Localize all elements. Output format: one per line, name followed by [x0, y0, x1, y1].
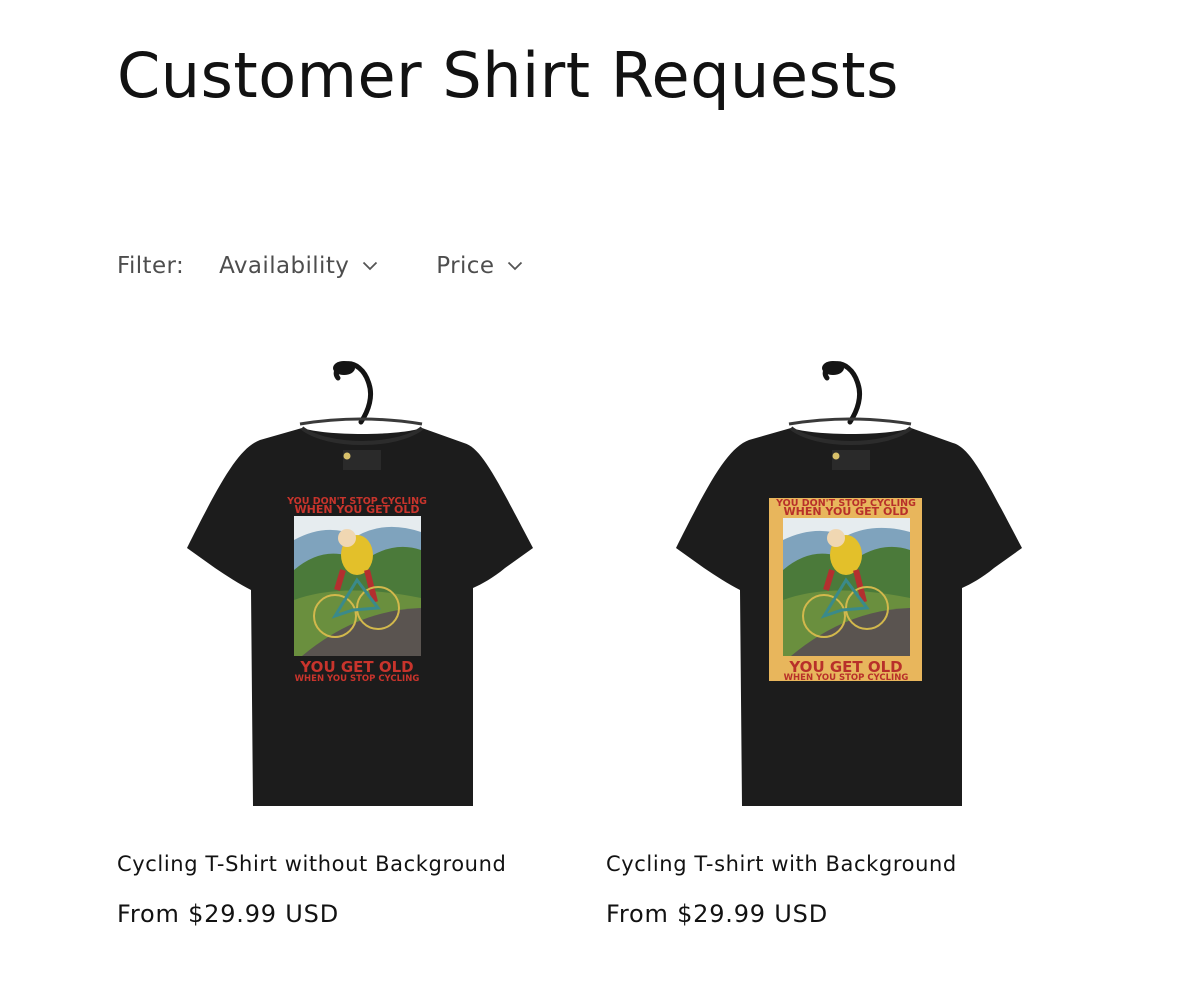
cycling-print-graphic: YOU DON'T STOP CYCLING WHEN YOU GET OLD … [769, 498, 922, 683]
print-bottom-line-2: WHEN YOU STOP CYCLING [295, 674, 420, 684]
filter-bar: Filter: Availability Price [117, 248, 523, 284]
product-price: From $29.99 USD [606, 900, 828, 928]
page-title: Customer Shirt Requests [117, 39, 899, 112]
hanger-icon [788, 361, 912, 426]
chevron-down-icon [508, 261, 523, 271]
chevron-down-icon [363, 261, 378, 271]
price-filter-dropdown[interactable]: Price [436, 253, 523, 279]
print-bottom-line-2: WHEN YOU STOP CYCLING [784, 673, 909, 683]
hanger-icon [299, 361, 423, 426]
print-top-line-2: WHEN YOU GET OLD [784, 505, 909, 518]
availability-filter-dropdown[interactable]: Availability [219, 253, 378, 279]
product-card[interactable]: YOU DON'T STOP CYCLING WHEN YOU GET OLD … [606, 340, 1076, 950]
product-title-link[interactable]: Cycling T-shirt with Background [606, 852, 957, 876]
product-card[interactable]: YOU DON'T STOP CYCLING WHEN YOU GET OLD … [117, 340, 587, 950]
availability-filter-label: Availability [219, 253, 350, 279]
print-top-line-2: WHEN YOU GET OLD [295, 503, 420, 516]
filter-label: Filter: [117, 253, 185, 279]
cycling-print-graphic: YOU DON'T STOP CYCLING WHEN YOU GET OLD … [286, 496, 427, 684]
price-filter-label: Price [436, 253, 495, 279]
product-image[interactable]: YOU DON'T STOP CYCLING WHEN YOU GET OLD … [606, 340, 1076, 820]
product-price: From $29.99 USD [117, 900, 339, 928]
product-title-link[interactable]: Cycling T-Shirt without Background [117, 852, 506, 876]
product-image[interactable]: YOU DON'T STOP CYCLING WHEN YOU GET OLD … [117, 340, 587, 820]
